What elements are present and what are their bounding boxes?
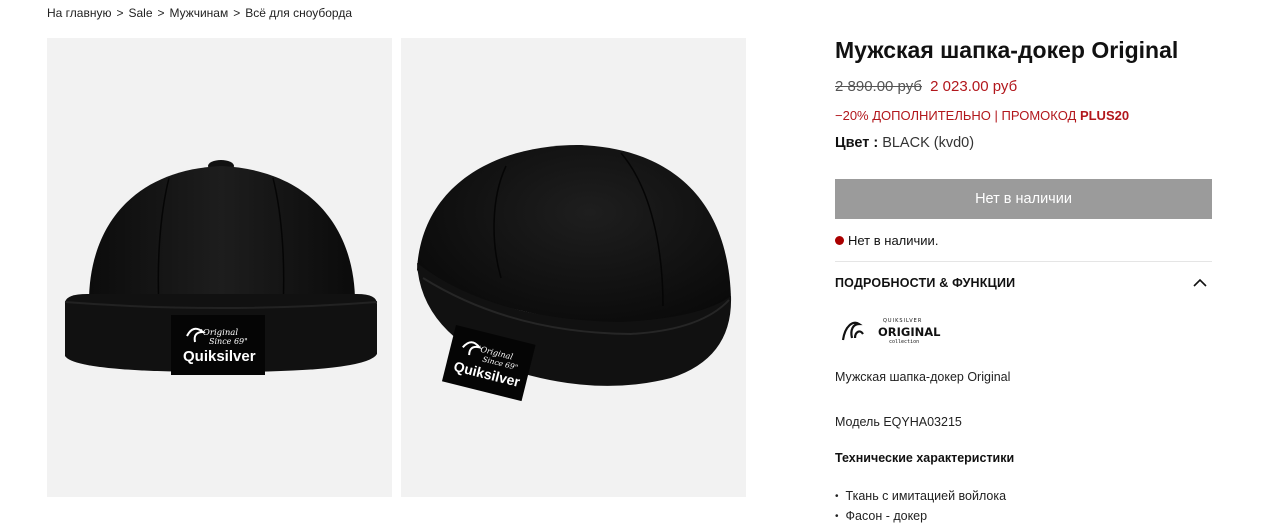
price-new: 2 023.00 руб bbox=[930, 78, 1018, 95]
breadcrumb-snowboard[interactable]: Всё для сноуборда bbox=[245, 6, 352, 20]
breadcrumb: На главную > Sale > Мужчинам > Всё для с… bbox=[47, 6, 352, 20]
specs-list: Ткань с имитацией войлока Фасон - докер bbox=[835, 486, 1007, 526]
product-model: Модель EQYHA03215 bbox=[835, 415, 962, 429]
promo-code: PLUS20 bbox=[1079, 108, 1130, 123]
divider bbox=[835, 261, 1212, 262]
promo-banner: −20% ДОПОЛНИТЕЛЬНО | ПРОМОКОД PLUS20 bbox=[835, 108, 1129, 123]
out-of-stock-button[interactable]: Нет в наличии bbox=[835, 179, 1212, 219]
promo-text: −20% ДОПОЛНИТЕЛЬНО | ПРОМОКОД bbox=[835, 108, 1080, 123]
color-value: BLACK (kvd0) bbox=[882, 135, 975, 151]
color-row: Цвет : BLACK (kvd0) bbox=[835, 135, 974, 151]
chevron-up-icon bbox=[1193, 278, 1207, 287]
stock-status-text: Нет в наличии. bbox=[848, 233, 939, 248]
breadcrumb-separator: > bbox=[116, 6, 124, 20]
color-label: Цвет : bbox=[835, 135, 879, 151]
quiksilver-originals-logo: QUIKSILVER ORIGINALS collection bbox=[841, 318, 941, 345]
details-accordion-header[interactable]: ПОДРОБНОСТИ & ФУНКЦИИ bbox=[835, 268, 1212, 298]
product-image-front[interactable]: "Original Since 69" Quiksilver bbox=[47, 38, 392, 497]
svg-text:QUIKSILVER: QUIKSILVER bbox=[883, 318, 922, 324]
hat-angle-illustration: "Original Since 69" Quiksilver bbox=[417, 145, 732, 402]
svg-text:collection: collection bbox=[889, 339, 919, 345]
details-section-title: ПОДРОБНОСТИ & ФУНКЦИИ bbox=[835, 276, 1016, 290]
price-old: 2 890.00 руб bbox=[835, 78, 922, 95]
stock-status: Нет в наличии. bbox=[835, 233, 938, 248]
breadcrumb-separator: > bbox=[157, 6, 165, 20]
breadcrumb-men[interactable]: Мужчинам bbox=[170, 6, 229, 20]
status-dot-icon bbox=[835, 236, 844, 245]
breadcrumb-home[interactable]: На главную bbox=[47, 6, 111, 20]
product-image-angle[interactable]: "Original Since 69" Quiksilver bbox=[401, 38, 746, 497]
spec-item: Фасон - докер bbox=[835, 506, 1006, 526]
product-title: Мужская шапка-докер Original bbox=[835, 37, 1179, 63]
svg-text:ORIGINALS: ORIGINALS bbox=[878, 325, 941, 339]
breadcrumb-separator: > bbox=[233, 6, 241, 20]
hat-front-illustration: "Original Since 69" Quiksilver bbox=[64, 160, 378, 375]
spec-item: Ткань с имитацией войлока bbox=[835, 486, 1007, 506]
brand-label: Quiksilver bbox=[183, 348, 256, 365]
label-text-line2: Since 69" bbox=[209, 337, 248, 346]
product-description: Мужская шапка-докер Original bbox=[835, 370, 1011, 384]
price-row: 2 890.00 руб 2 023.00 руб bbox=[835, 78, 1017, 95]
specs-title: Технические характеристики bbox=[835, 451, 1015, 465]
breadcrumb-sale[interactable]: Sale bbox=[128, 6, 152, 20]
